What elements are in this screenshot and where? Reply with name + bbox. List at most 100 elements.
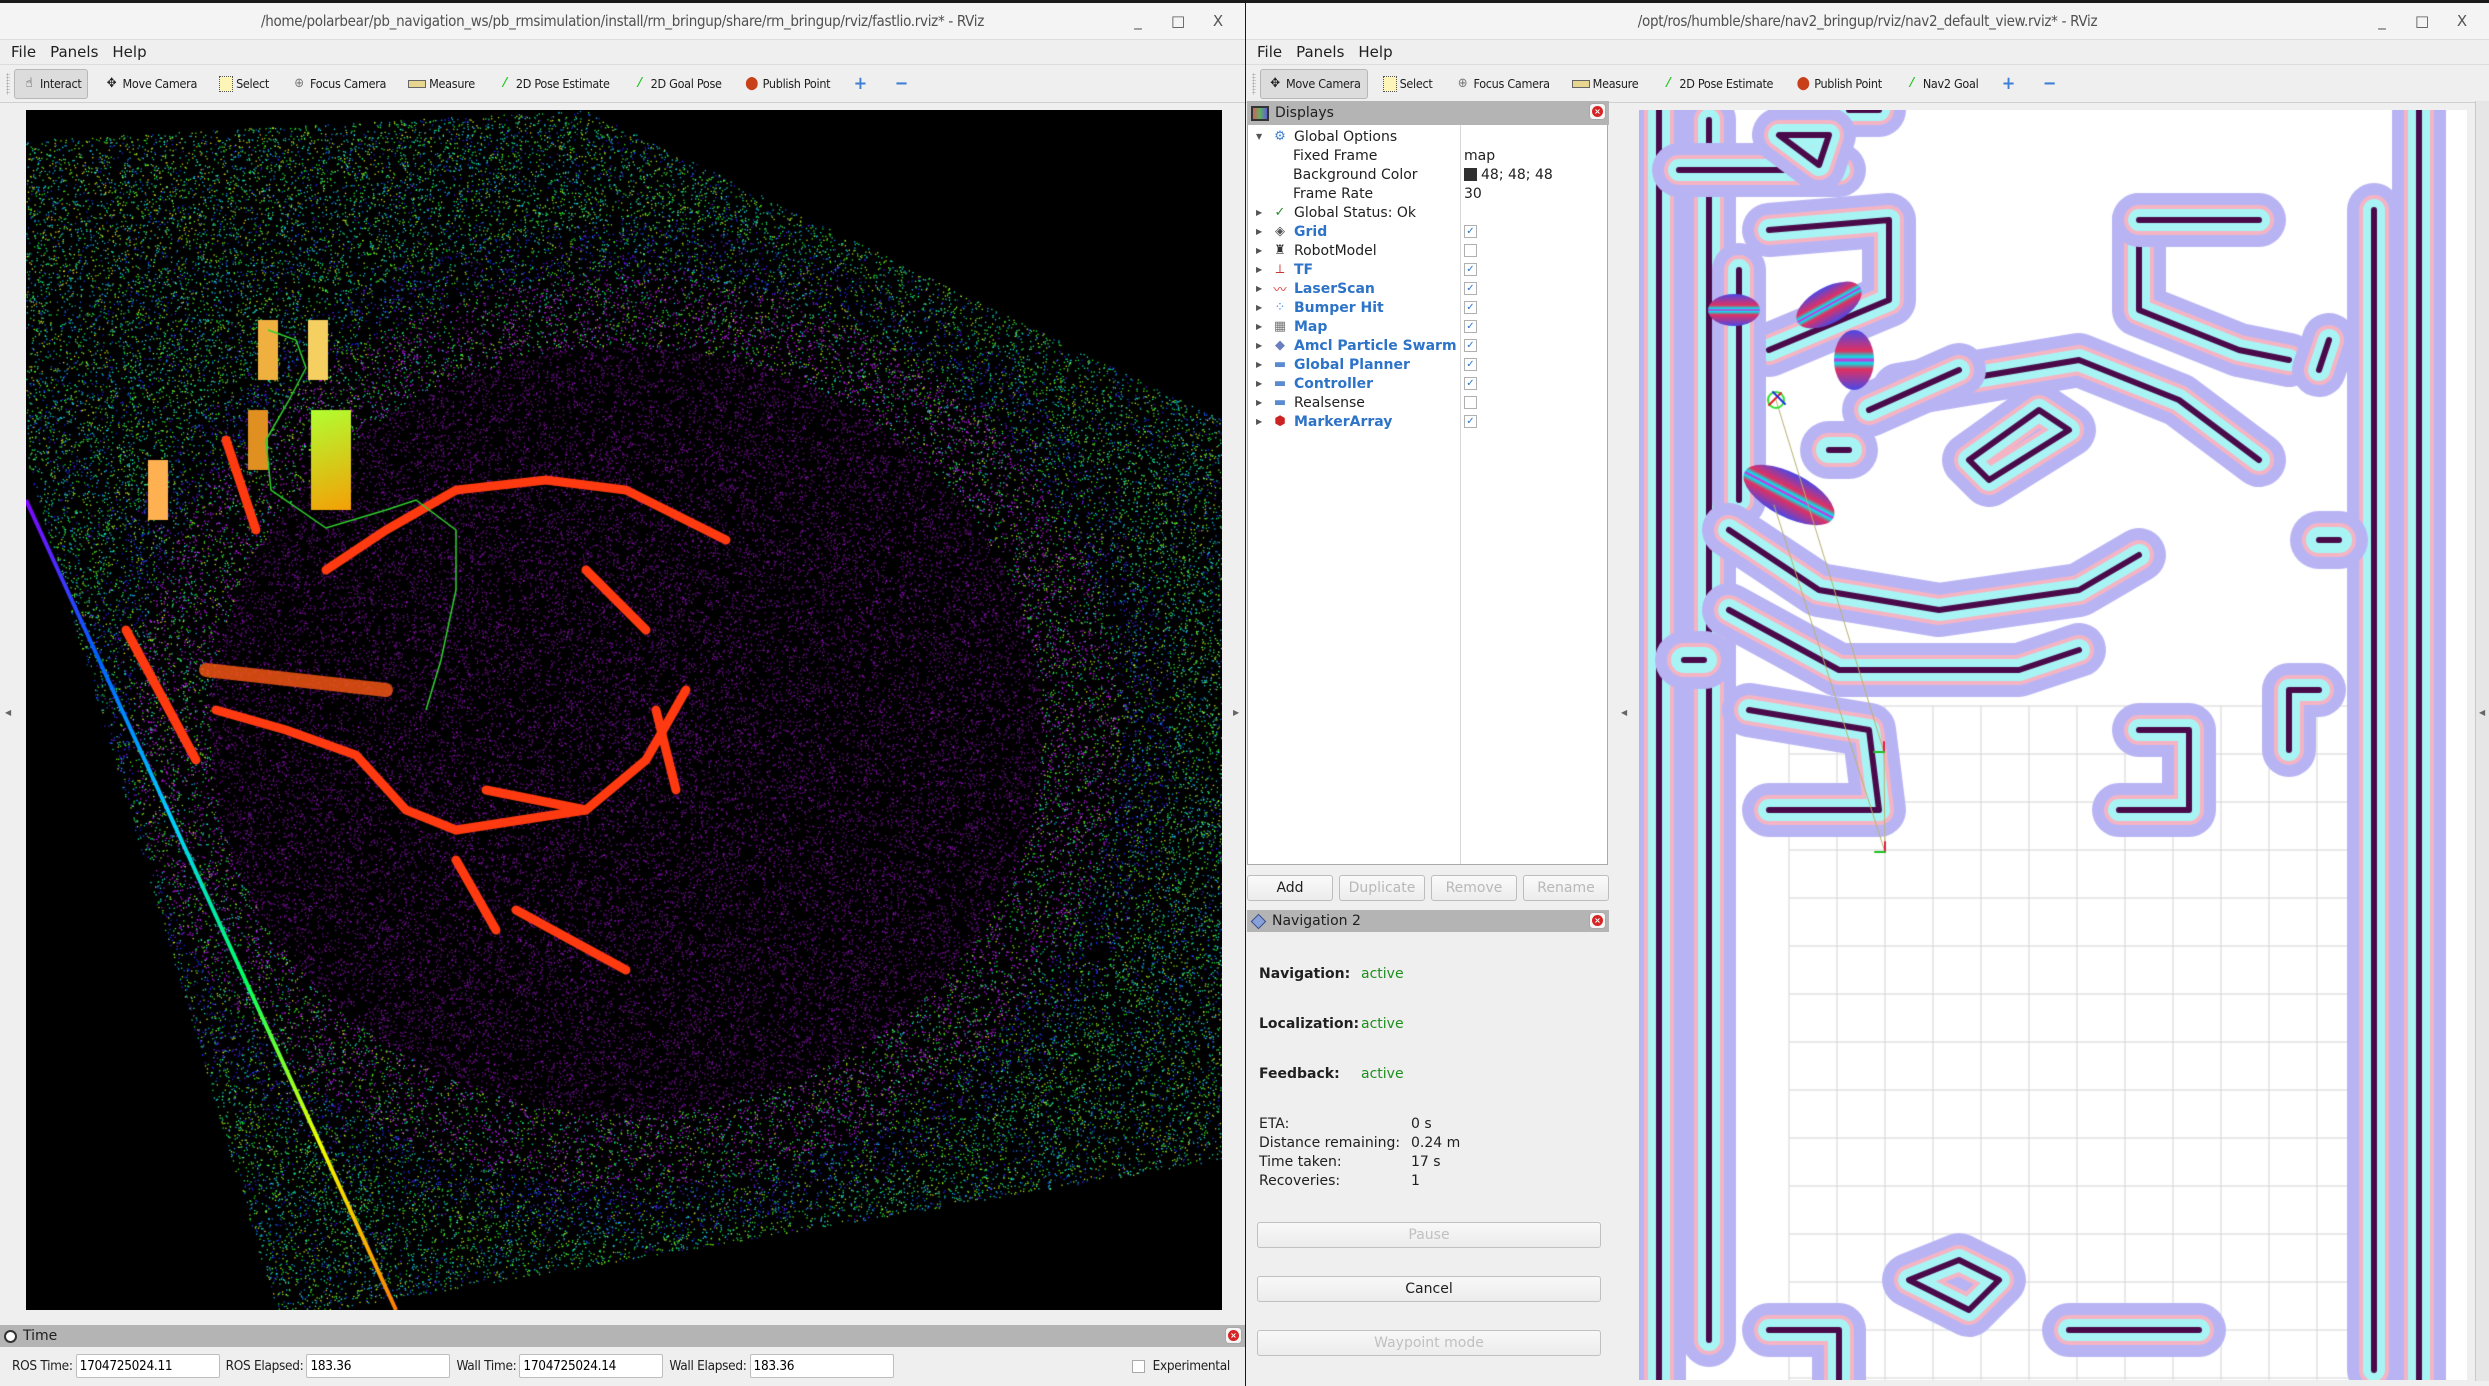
frame-rate-value[interactable]: 30 [1464, 186, 1482, 202]
expand-arrow-icon[interactable]: ▶ [1256, 322, 1262, 331]
toolbar-grip[interactable] [1252, 72, 1256, 95]
rename-button[interactable]: Rename [1523, 875, 1609, 901]
expand-arrow-icon[interactable]: ▶ [1256, 341, 1262, 350]
title-bar[interactable]: /home/polarbear/pb_navigation_ws/pb_rmsi… [0, 3, 1245, 40]
tree-row-markerarray[interactable]: ▶ ⬢ MarkerArray ✓ [1248, 412, 1607, 431]
tool-2d-pose-estimate[interactable]: ⁄ 2D Pose Estimate [490, 69, 617, 99]
remove-tool-button[interactable]: − [886, 69, 919, 99]
tree-row-laserscan[interactable]: ▶ 〰 LaserScan ✓ [1248, 279, 1607, 298]
tree-row-grid[interactable]: ▶ ◈ Grid ✓ [1248, 222, 1607, 241]
remove-tool-button[interactable]: − [2034, 69, 2067, 99]
tree-row-robotmodel[interactable]: ▶ ♜ RobotModel [1248, 241, 1607, 260]
background-color-value[interactable]: 48; 48; 48 [1464, 167, 1553, 183]
expand-arrow-icon[interactable]: ▶ [1256, 208, 1262, 217]
expand-arrow-icon[interactable]: ▶ [1256, 227, 1262, 236]
tree-row-amcl-particle-swarm[interactable]: ▶ ◆ Amcl Particle Swarm ✓ [1248, 336, 1607, 355]
menu-panels[interactable]: Panels [1296, 43, 1344, 61]
waypoint-mode-button[interactable]: Waypoint mode [1257, 1330, 1601, 1356]
menu-help[interactable]: Help [112, 43, 146, 61]
tree-row-global-status[interactable]: ▶ ✓ Global Status: Ok [1248, 203, 1607, 222]
expand-arrow-icon[interactable]: ▶ [1256, 246, 1262, 255]
expand-arrow-icon[interactable]: ▶ [1256, 360, 1262, 369]
enable-checkbox[interactable]: ✓ [1464, 282, 1477, 295]
expand-arrow-icon[interactable]: ▶ [1256, 398, 1262, 407]
expand-arrow-icon[interactable]: ▶ [1256, 265, 1262, 274]
ros-time-field[interactable] [75, 1354, 220, 1378]
3d-viewport[interactable] [26, 110, 1222, 1310]
enable-checkbox[interactable]: ✓ [1464, 377, 1477, 390]
expand-arrow-icon[interactable]: ▼ [1256, 132, 1262, 141]
tool-measure[interactable]: Measure [1565, 69, 1646, 99]
cancel-button[interactable]: Cancel [1257, 1276, 1601, 1302]
tree-row-frame-rate[interactable]: Frame Rate 30 [1248, 184, 1607, 203]
enable-checkbox[interactable]: ✓ [1464, 263, 1477, 276]
tree-row-controller[interactable]: ▶ ▬ Controller ✓ [1248, 374, 1607, 393]
tree-row-tf[interactable]: ▶ ⟂ TF ✓ [1248, 260, 1607, 279]
minimize-button[interactable]: _ [2375, 12, 2389, 30]
displays-header[interactable]: Displays × [1247, 101, 1609, 125]
tool-publish-point[interactable]: ⬤ Publish Point [1788, 69, 1889, 99]
close-panel-button[interactable]: × [1225, 1327, 1242, 1344]
collapse-left-arrow-icon[interactable]: ◀ [5, 708, 13, 717]
experimental-checkbox[interactable] [1131, 1359, 1145, 1373]
expand-arrow-icon[interactable]: ▶ [1256, 417, 1262, 426]
expand-arrow-icon[interactable]: ▶ [1256, 303, 1262, 312]
remove-button[interactable]: Remove [1431, 875, 1517, 901]
maximize-button[interactable]: □ [2415, 12, 2429, 30]
close-panel-button[interactable]: × [1589, 912, 1606, 929]
pause-button[interactable]: Pause [1257, 1222, 1601, 1248]
maximize-button[interactable]: □ [1171, 12, 1185, 30]
tool-focus-camera[interactable]: ⊕ Focus Camera [1447, 69, 1556, 99]
tool-2d-goal-pose[interactable]: ⁄ 2D Goal Pose [625, 69, 729, 99]
close-button[interactable]: X [1211, 12, 1225, 30]
tree-row-bumper-hit[interactable]: ▶ ⁘ Bumper Hit ✓ [1248, 298, 1607, 317]
enable-checkbox[interactable] [1464, 396, 1477, 409]
minimize-button[interactable]: _ [1131, 12, 1145, 30]
enable-checkbox[interactable]: ✓ [1464, 320, 1477, 333]
add-button[interactable]: Add [1247, 875, 1333, 901]
collapse-left-arrow-icon[interactable]: ◀ [1621, 708, 1629, 717]
title-bar[interactable]: /opt/ros/humble/share/nav2_bringup/rviz/… [1246, 3, 2489, 40]
tree-row-background-color[interactable]: Background Color 48; 48; 48 [1248, 165, 1607, 184]
collapse-right-arrow-icon[interactable]: ▶ [1233, 708, 1241, 717]
expand-arrow-icon[interactable]: ▶ [1256, 284, 1262, 293]
enable-checkbox[interactable]: ✓ [1464, 358, 1477, 371]
fixed-frame-value[interactable]: map [1464, 148, 1495, 164]
duplicate-button[interactable]: Duplicate [1339, 875, 1425, 901]
navigation2-header[interactable]: Navigation 2 × [1247, 910, 1609, 932]
add-tool-button[interactable]: + [845, 69, 878, 99]
enable-checkbox[interactable]: ✓ [1464, 339, 1477, 352]
add-tool-button[interactable]: + [1993, 69, 2026, 99]
tree-row-global-planner[interactable]: ▶ ▬ Global Planner ✓ [1248, 355, 1607, 374]
close-panel-button[interactable]: × [1589, 103, 1606, 120]
collapsed-side-panel[interactable]: ◀ [2475, 101, 2489, 1381]
tool-move-camera[interactable]: ✥ Move Camera [1260, 68, 1368, 99]
menu-panels[interactable]: Panels [50, 43, 98, 61]
close-button[interactable]: X [2455, 12, 2469, 30]
tree-row-realsense[interactable]: ▶ ▬ Realsense [1248, 393, 1607, 412]
tool-interact[interactable]: ☝ Interact [14, 68, 89, 99]
menu-file[interactable]: File [11, 43, 36, 61]
enable-checkbox[interactable]: ✓ [1464, 301, 1477, 314]
tool-move-camera[interactable]: ✥ Move Camera [96, 69, 204, 99]
enable-checkbox[interactable]: ✓ [1464, 225, 1477, 238]
expand-arrow-icon[interactable]: ▶ [1256, 379, 1262, 388]
tool-measure[interactable]: Measure [401, 69, 482, 99]
tool-publish-point[interactable]: ⬤ Publish Point [737, 69, 838, 99]
time-panel-header[interactable]: Time × [0, 1325, 1245, 1347]
expand-panel-arrow-icon[interactable]: ◀ [2479, 708, 2487, 717]
tool-nav2-goal[interactable]: ⁄ Nav2 Goal [1897, 69, 1986, 99]
tool-select[interactable]: Select [212, 69, 276, 99]
tree-row-global-options[interactable]: ▼ ⚙ Global Options [1248, 127, 1607, 146]
tool-select[interactable]: Select [1376, 69, 1440, 99]
costmap-viewport[interactable] [1639, 110, 2467, 1380]
tool-focus-camera[interactable]: ⊕ Focus Camera [284, 69, 393, 99]
displays-tree[interactable]: ▼ ⚙ Global Options Fixed Frame map Backg… [1247, 125, 1608, 865]
ros-elapsed-field[interactable] [306, 1354, 451, 1378]
menu-file[interactable]: File [1257, 43, 1282, 61]
enable-checkbox[interactable] [1464, 244, 1477, 257]
menu-help[interactable]: Help [1358, 43, 1392, 61]
tree-row-map[interactable]: ▶ ▦ Map ✓ [1248, 317, 1607, 336]
toolbar-grip[interactable] [6, 72, 10, 95]
tree-row-fixed-frame[interactable]: Fixed Frame map [1248, 146, 1607, 165]
